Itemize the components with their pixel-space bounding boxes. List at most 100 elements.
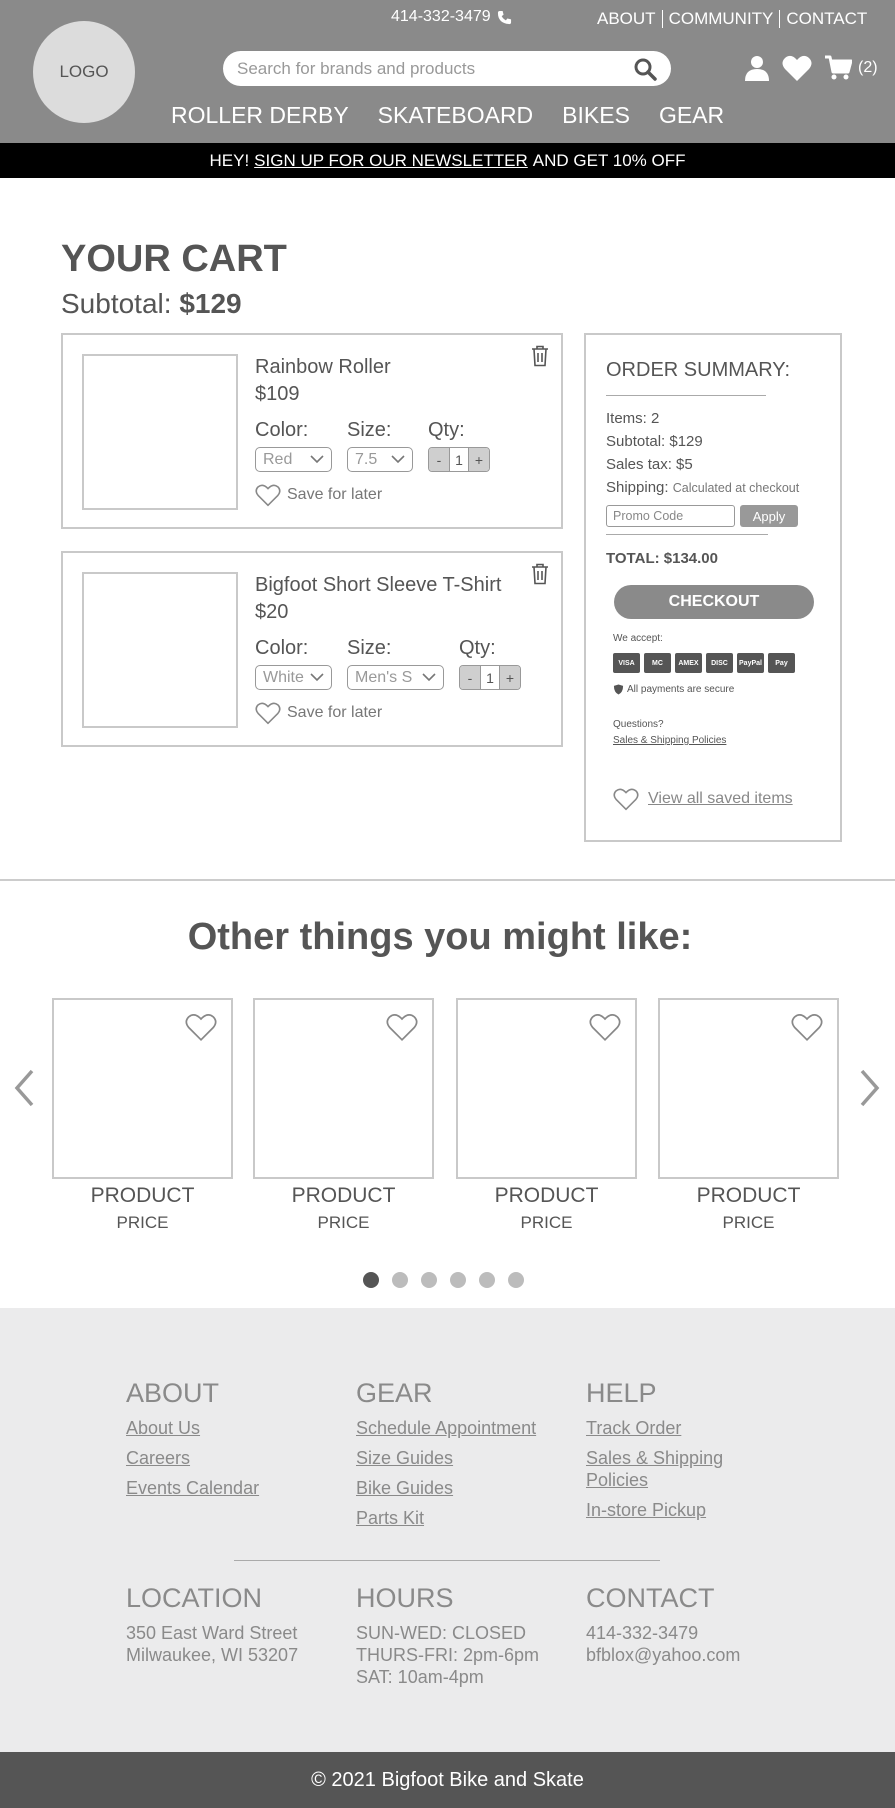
item-name[interactable]: Rainbow Roller — [255, 356, 391, 379]
nav-skateboard[interactable]: SKATEBOARD — [378, 102, 534, 129]
product-name[interactable]: PRODUCT — [52, 1184, 233, 1208]
wishlist-heart-icon[interactable] — [782, 54, 812, 82]
heart-outline-icon[interactable] — [386, 1012, 418, 1042]
color-value: Red — [263, 450, 293, 468]
logo[interactable]: LOGO — [33, 21, 135, 123]
product-card[interactable] — [52, 998, 233, 1179]
product-image[interactable] — [82, 572, 238, 728]
footer-gear: GEAR Schedule Appointment Size Guides Bi… — [356, 1378, 536, 1537]
footer-link[interactable]: Sales & Shipping Policies — [586, 1447, 746, 1491]
secure-text: All payments are secure — [627, 684, 735, 695]
product-name[interactable]: PRODUCT — [456, 1184, 637, 1208]
product-image[interactable] — [82, 354, 238, 510]
product-name[interactable]: PRODUCT — [253, 1184, 434, 1208]
top-link-community[interactable]: COMMUNITY — [669, 9, 774, 29]
heart-outline-icon[interactable] — [791, 1012, 823, 1042]
site-footer: ABOUT About Us Careers Events Calendar G… — [0, 1308, 895, 1752]
qty-increase-button[interactable]: + — [500, 666, 520, 689]
save-for-later-button[interactable]: Save for later — [255, 701, 382, 725]
footer-about: ABOUT About Us Careers Events Calendar — [126, 1378, 259, 1507]
item-name[interactable]: Bigfoot Short Sleeve T-Shirt — [255, 574, 501, 597]
color-select[interactable]: Red — [255, 447, 332, 472]
carousel-dot[interactable] — [392, 1272, 408, 1288]
item-price: $109 — [255, 383, 300, 405]
nav-bikes[interactable]: BIKES — [562, 102, 630, 129]
phone-icon — [497, 10, 511, 24]
chevron-right-icon[interactable] — [858, 1068, 882, 1108]
shield-icon — [613, 684, 624, 695]
product-name[interactable]: PRODUCT — [658, 1184, 839, 1208]
main-nav: ROLLER DERBY SKATEBOARD BIKES GEAR — [171, 102, 724, 129]
carousel-dot[interactable] — [479, 1272, 495, 1288]
summary-total: TOTAL: $134.00 — [606, 550, 718, 567]
checkout-button[interactable]: CHECKOUT — [614, 585, 814, 619]
newsletter-banner: HEY! SIGN UP FOR OUR NEWSLETTER AND GET … — [0, 143, 895, 178]
logo-text: LOGO — [59, 62, 109, 81]
divider — [606, 534, 768, 535]
carousel-dot[interactable] — [508, 1272, 524, 1288]
summary-shipping: Shipping: Calculated at checkout — [606, 479, 799, 496]
account-icon[interactable] — [744, 54, 770, 82]
promo-code-input[interactable]: Promo Code — [606, 505, 735, 527]
divider — [779, 10, 781, 28]
save-for-later-label: Save for later — [287, 704, 383, 721]
view-saved-items-link[interactable]: View all saved items — [613, 787, 793, 811]
carousel-dot[interactable] — [421, 1272, 437, 1288]
footer-link[interactable]: In-store Pickup — [586, 1499, 746, 1521]
cart-icon[interactable] — [824, 54, 852, 82]
footer-link[interactable]: Size Guides — [356, 1447, 536, 1469]
contact-phone[interactable]: 414-332-3479 — [586, 1622, 740, 1644]
visa-icon: VISA — [613, 653, 640, 673]
trash-icon[interactable] — [531, 345, 549, 367]
footer-link[interactable]: Schedule Appointment — [356, 1417, 536, 1439]
header-phone[interactable]: 414-332-3479 — [391, 8, 512, 26]
chevron-left-icon[interactable] — [12, 1068, 36, 1108]
search-input[interactable] — [237, 58, 633, 79]
search-bar — [223, 51, 671, 86]
color-select[interactable]: White — [255, 665, 332, 690]
nav-gear[interactable]: GEAR — [659, 102, 724, 129]
footer-link[interactable]: Careers — [126, 1447, 259, 1469]
size-select[interactable]: 7.5 — [347, 447, 413, 472]
view-saved-label: View all saved items — [648, 790, 793, 807]
heart-outline-icon[interactable] — [185, 1012, 217, 1042]
contact-email[interactable]: bfblox@yahoo.com — [586, 1644, 740, 1666]
size-select[interactable]: Men's S — [347, 665, 444, 690]
qty-value[interactable]: 1 — [449, 448, 469, 471]
summary-tax: Sales tax: $5 — [606, 456, 693, 473]
product-price: PRICE — [317, 1213, 370, 1232]
save-for-later-button[interactable]: Save for later — [255, 483, 382, 507]
qty-label: Qty: — [459, 637, 496, 659]
product-card[interactable] — [456, 998, 637, 1179]
heart-outline-icon[interactable] — [589, 1012, 621, 1042]
product-card[interactable] — [658, 998, 839, 1179]
footer-link[interactable]: Track Order — [586, 1417, 746, 1439]
newsletter-signup-link[interactable]: SIGN UP FOR OUR NEWSLETTER — [254, 151, 528, 171]
heart-outline-icon — [255, 702, 281, 725]
mastercard-icon: MC — [644, 653, 671, 673]
qty-decrease-button[interactable]: - — [429, 448, 449, 471]
carousel-dot[interactable] — [363, 1272, 379, 1288]
trash-icon[interactable] — [531, 563, 549, 585]
footer-link[interactable]: Events Calendar — [126, 1477, 259, 1499]
nav-roller-derby[interactable]: ROLLER DERBY — [171, 102, 349, 129]
qty-decrease-button[interactable]: - — [460, 666, 480, 689]
page-title: YOUR CART — [61, 238, 287, 280]
footer-location: LOCATION 350 East Ward Street Milwaukee,… — [126, 1583, 298, 1666]
carousel-dot[interactable] — [450, 1272, 466, 1288]
top-link-about[interactable]: ABOUT — [597, 9, 656, 29]
policies-link[interactable]: Sales & Shipping Policies — [613, 735, 726, 746]
qty-value[interactable]: 1 — [480, 666, 500, 689]
heart-outline-icon — [613, 788, 639, 811]
chevron-down-icon — [310, 455, 324, 464]
qty-increase-button[interactable]: + — [469, 448, 489, 471]
product-card[interactable] — [253, 998, 434, 1179]
search-icon[interactable] — [633, 57, 657, 81]
footer-link[interactable]: Parts Kit — [356, 1507, 536, 1529]
footer-link[interactable]: About Us — [126, 1417, 259, 1439]
footer-link[interactable]: Bike Guides — [356, 1477, 536, 1499]
secure-payments-note: All payments are secure — [613, 684, 734, 695]
top-link-contact[interactable]: CONTACT — [786, 9, 867, 29]
apply-button[interactable]: Apply — [740, 505, 798, 527]
size-label: Size: — [347, 637, 392, 659]
